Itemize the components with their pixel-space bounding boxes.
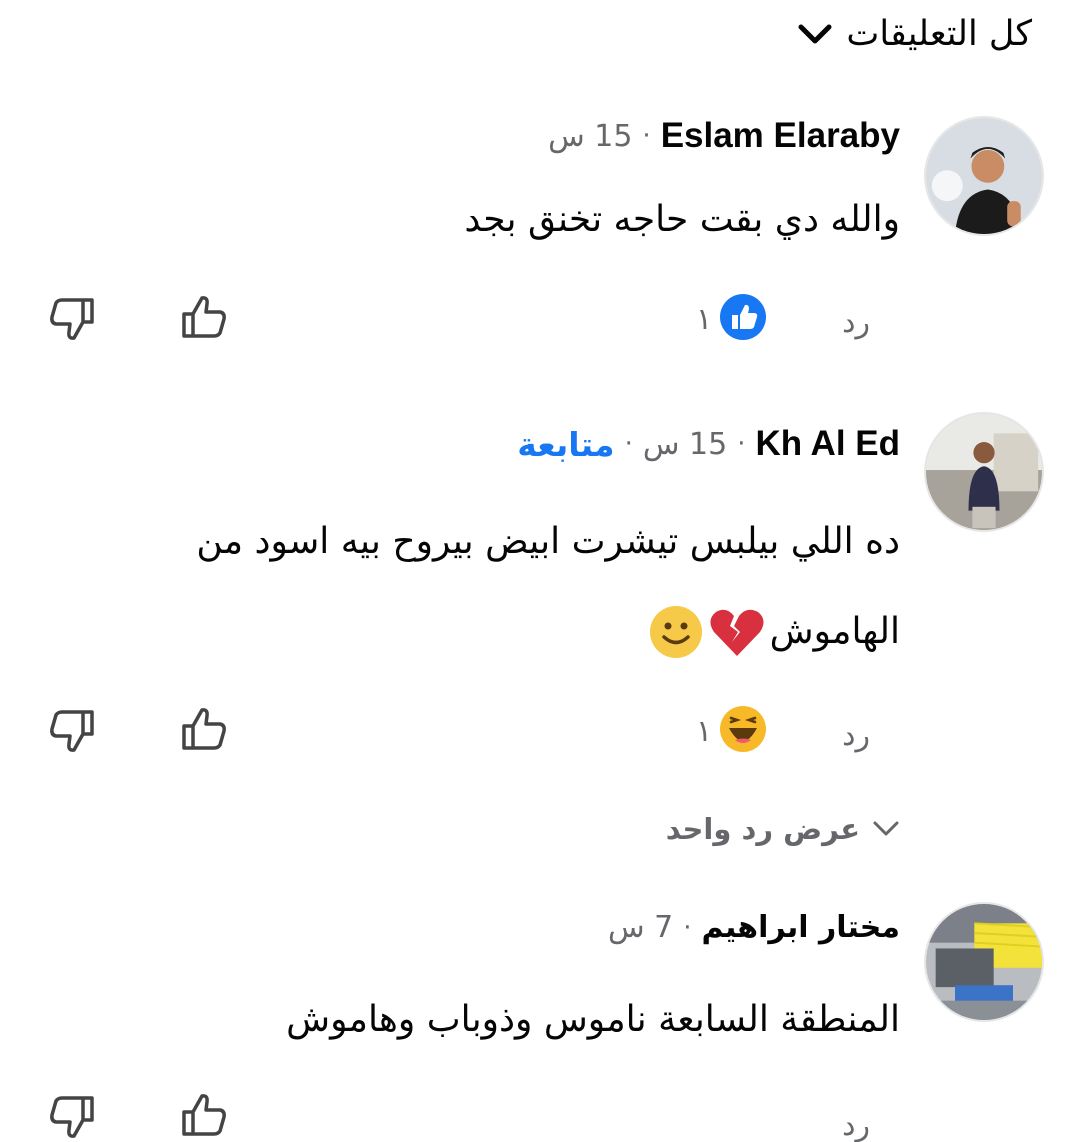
comment-time[interactable]: 15 س <box>643 427 727 462</box>
reaction-count[interactable]: ١ <box>696 714 712 749</box>
comments-filter[interactable]: كل التعليقات <box>798 14 1032 54</box>
reaction-count[interactable]: ١ <box>696 302 712 337</box>
chevron-down-icon <box>873 821 899 836</box>
thumbs-up-icon[interactable] <box>178 704 230 756</box>
avatar-photo <box>926 118 1042 234</box>
comment-header: مختار ابراهيم · 7 س <box>608 910 900 945</box>
follow-button[interactable]: متابعة <box>517 425 614 464</box>
thumbs-up-icon[interactable] <box>178 1090 230 1142</box>
comment-text: والله دي بقت حاجه تخنق بجد <box>464 199 900 240</box>
avatar[interactable] <box>924 902 1044 1022</box>
smiley-icon <box>649 606 702 658</box>
reply-button[interactable]: رد <box>842 1108 870 1142</box>
chevron-down-icon <box>798 24 832 44</box>
avatar[interactable] <box>924 412 1044 532</box>
comment-text-line: ده اللي بيلبس تيشرت ابيض بيروح بيه اسود … <box>196 521 900 562</box>
comment-text-line: الهاموش <box>648 590 900 674</box>
broken-heart-icon <box>710 609 764 656</box>
avatar-photo <box>926 904 1042 1020</box>
comment-author[interactable]: مختار ابراهيم <box>702 910 901 945</box>
separator-dot: · <box>642 121 651 151</box>
avatar-photo <box>926 414 1042 530</box>
view-replies-button[interactable]: عرض رد واحد <box>666 812 900 846</box>
haha-icon[interactable] <box>718 704 768 754</box>
separator-dot: · <box>624 429 633 459</box>
comment-time[interactable]: 15 س <box>548 119 632 154</box>
thumbs-down-icon[interactable] <box>46 1090 98 1142</box>
comment-header: Eslam Elaraby · 15 س <box>548 116 900 156</box>
reply-button[interactable]: رد <box>842 305 870 340</box>
separator-dot: · <box>737 429 746 459</box>
comments-filter-label: كل التعليقات <box>846 14 1032 54</box>
like-icon[interactable] <box>718 292 768 342</box>
thumbs-up-icon[interactable] <box>178 292 230 344</box>
thumbs-down-icon[interactable] <box>46 292 98 344</box>
comment-text-word: الهاموش <box>769 611 900 652</box>
thumbs-down-icon[interactable] <box>46 704 98 756</box>
view-replies-label: عرض رد واحد <box>665 812 860 846</box>
reply-button[interactable]: رد <box>842 718 870 753</box>
comment-author[interactable]: Kh Al Ed <box>755 424 900 464</box>
avatar[interactable] <box>924 116 1044 236</box>
comment-header: Kh Al Ed · 15 س · متابعة <box>517 424 900 464</box>
separator-dot: · <box>683 912 692 943</box>
comment-text: المنطقة السابعة ناموس وذوباب وهاموش <box>286 999 900 1040</box>
comment-time[interactable]: 7 س <box>608 910 673 945</box>
comment-author[interactable]: Eslam Elaraby <box>661 116 900 156</box>
